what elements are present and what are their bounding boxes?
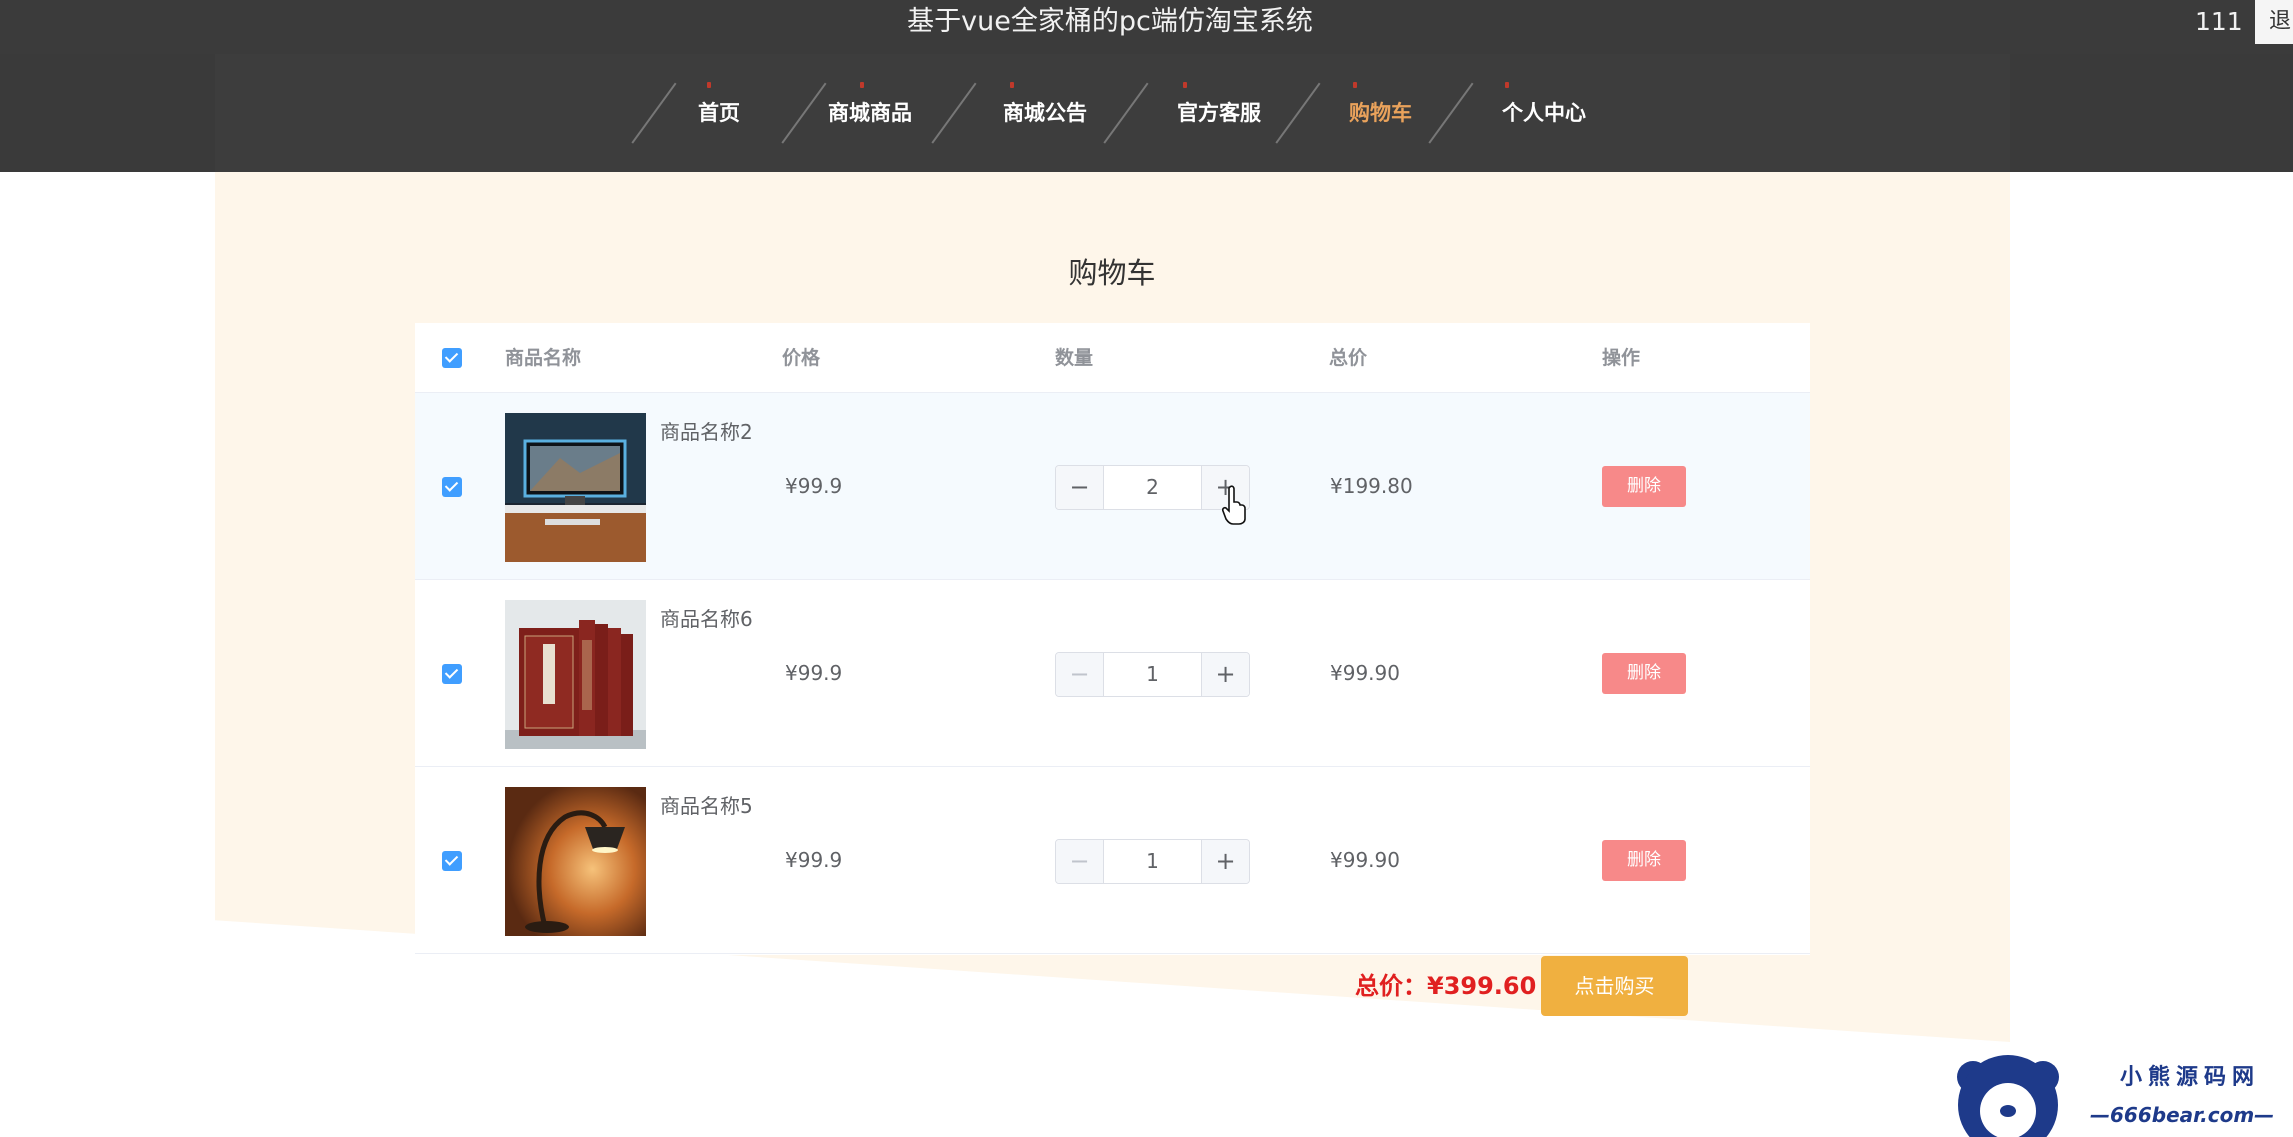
quantity-input[interactable]: 2 [1104, 466, 1201, 509]
select-all-checkbox[interactable] [442, 348, 462, 368]
row-checkbox[interactable] [442, 664, 462, 684]
product-subtotal: ¥199.80 [1330, 474, 1413, 498]
nav-item-service[interactable]: 官方客服 [1177, 54, 1261, 172]
cart-total: 总价：¥399.60 [1355, 966, 1536, 1006]
nav-item-profile[interactable]: 个人中心 [1502, 54, 1586, 172]
increase-button[interactable]: + [1201, 840, 1249, 883]
quantity-stepper: − 1 + [1055, 652, 1250, 697]
nav-item-home[interactable]: 首页 [698, 54, 740, 172]
quantity-input[interactable]: 1 [1104, 840, 1201, 883]
watermark: 小熊源码网 —666bear.com— [1935, 1045, 2293, 1137]
column-header-action: 操作 [1602, 347, 1641, 369]
logout-button[interactable]: 退出 [2255, 0, 2293, 44]
desk-lamp-image[interactable] [505, 787, 646, 936]
quantity-stepper: − 2 + [1055, 465, 1250, 510]
product-name[interactable]: 商品名称2 [660, 415, 760, 449]
row-checkbox[interactable] [442, 477, 462, 497]
product-price: ¥99.9 [785, 474, 843, 498]
decrease-button[interactable]: − [1056, 466, 1104, 509]
table-row: 商品名称6 ¥99.9 − 1 + ¥99.90 删除 [415, 580, 1810, 767]
cart-table: 商品名称 价格 数量 总价 操作 商品名称2 ¥99.9 − 2 + ¥199.… [415, 323, 1810, 955]
column-header-name: 商品名称 [505, 347, 582, 369]
watermark-brand: 小熊源码网 [2120, 1065, 2261, 1090]
column-header-price: 价格 [782, 347, 821, 369]
decrease-button[interactable]: − [1056, 840, 1104, 883]
books-image[interactable] [505, 600, 646, 749]
table-header: 商品名称 价格 数量 总价 操作 [415, 323, 1810, 393]
column-header-quantity: 数量 [1055, 347, 1094, 369]
nav-item-announcements[interactable]: 商城公告 [1003, 54, 1087, 172]
user-name[interactable]: 111 [2195, 0, 2243, 44]
page-title: 购物车 [1068, 256, 1156, 290]
bear-logo-icon [1957, 1055, 2059, 1137]
top-bar: 基于vue全家桶的pc端仿淘宝系统 111 退出 [0, 0, 2293, 54]
delete-button[interactable]: 删除 [1602, 466, 1686, 507]
quantity-input[interactable]: 1 [1104, 653, 1201, 696]
delete-button[interactable]: 删除 [1602, 840, 1686, 881]
row-checkbox[interactable] [442, 851, 462, 871]
increase-button[interactable]: + [1201, 653, 1249, 696]
total-value: ¥399.60 [1427, 972, 1537, 1000]
main-nav: 首页 商城商品 商城公告 官方客服 购物车 个人中心 [0, 54, 2293, 172]
product-price: ¥99.9 [785, 848, 843, 872]
nav-item-cart[interactable]: 购物车 [1349, 54, 1412, 172]
decrease-button[interactable]: − [1056, 653, 1104, 696]
table-row: 商品名称5 ¥99.9 − 1 + ¥99.90 删除 [415, 767, 1810, 954]
hand-cursor-icon [1221, 485, 1248, 525]
watermark-url: —666bear.com— [2090, 1103, 2275, 1127]
buy-button[interactable]: 点击购买 [1541, 956, 1688, 1016]
product-name[interactable]: 商品名称5 [660, 789, 760, 823]
product-name[interactable]: 商品名称6 [660, 602, 760, 636]
total-label: 总价： [1355, 972, 1427, 1000]
product-price: ¥99.9 [785, 661, 843, 685]
product-subtotal: ¥99.90 [1330, 661, 1400, 685]
quantity-stepper: − 1 + [1055, 839, 1250, 884]
monitor-desk-image[interactable] [505, 413, 646, 562]
column-header-total: 总价 [1329, 347, 1368, 369]
table-row: 商品名称2 ¥99.9 − 2 + ¥199.80 删除 [415, 393, 1810, 580]
delete-button[interactable]: 删除 [1602, 653, 1686, 694]
site-title: 基于vue全家桶的pc端仿淘宝系统 [907, 6, 1313, 37]
nav-item-products[interactable]: 商城商品 [828, 54, 912, 172]
product-subtotal: ¥99.90 [1330, 848, 1400, 872]
